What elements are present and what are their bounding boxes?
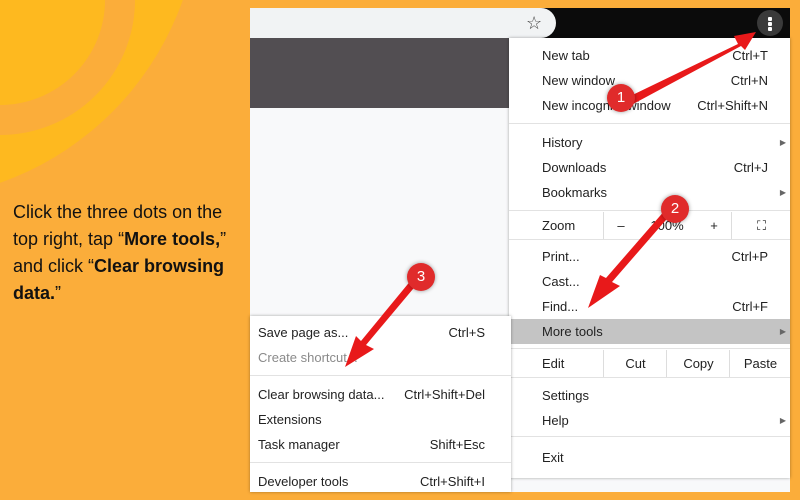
menu-item-shortcut: Ctrl+Shift+Del bbox=[404, 387, 485, 402]
zoom-out-button[interactable]: – bbox=[603, 212, 638, 239]
edit-label: Edit bbox=[542, 356, 565, 371]
menu-item-shortcut: Ctrl+Shift+I bbox=[419, 474, 485, 489]
menu-item-shortcut: Ctrl+Shift+N bbox=[697, 98, 768, 113]
menu-item-shortcut: Ctrl+T bbox=[732, 48, 768, 63]
submenu-item-developer-tools[interactable]: Developer tools Ctrl+Shift+I bbox=[250, 469, 511, 494]
menu-item-new-window[interactable]: New window Ctrl+N bbox=[509, 68, 790, 93]
menu-item-label: Downloads bbox=[542, 160, 607, 175]
step-badge-1: 1 bbox=[607, 84, 635, 112]
menu-item-label: Help bbox=[542, 413, 569, 428]
cut-button[interactable]: Cut bbox=[603, 350, 667, 377]
paste-button[interactable]: Paste bbox=[729, 350, 791, 377]
menu-item-label: Cast... bbox=[542, 274, 580, 289]
menu-separator bbox=[509, 377, 790, 378]
star-icon[interactable]: ☆ bbox=[526, 12, 542, 34]
menu-item-settings[interactable]: Settings bbox=[509, 383, 790, 408]
menu-item-label: Settings bbox=[542, 388, 589, 403]
chrome-main-menu: New tab Ctrl+T New window Ctrl+N New incog… bbox=[509, 38, 790, 478]
menu-separator bbox=[509, 436, 790, 437]
zoom-in-button[interactable]: + bbox=[697, 212, 731, 239]
browser-toolbar: ☆ bbox=[250, 8, 790, 38]
menu-item-label: Developer tools bbox=[258, 474, 349, 489]
menu-item-downloads[interactable]: Downloads Ctrl+J bbox=[509, 155, 790, 180]
instruction-bold-more-tools: More tools, bbox=[124, 229, 221, 249]
submenu-item-task-manager[interactable]: Task manager Shift+Esc bbox=[250, 432, 511, 457]
menu-item-bookmarks[interactable]: Bookmarks ▶ bbox=[509, 180, 790, 205]
menu-item-print[interactable]: Print... Ctrl+P bbox=[509, 244, 790, 269]
menu-item-more-tools[interactable]: More tools ▶ bbox=[509, 319, 790, 344]
menu-item-label: New window bbox=[542, 73, 615, 88]
step-badge-3: 3 bbox=[407, 263, 435, 291]
copy-button[interactable]: Copy bbox=[666, 350, 730, 377]
menu-item-shortcut: Ctrl+P bbox=[731, 249, 768, 264]
menu-item-cast[interactable]: Cast... bbox=[509, 269, 790, 294]
zoom-label: Zoom bbox=[542, 218, 576, 233]
three-dots-vertical-icon[interactable] bbox=[757, 10, 783, 36]
menu-item-label: New tab bbox=[542, 48, 590, 63]
instruction-text: Click the three dots on the top right, t… bbox=[13, 199, 248, 307]
submenu-item-extensions[interactable]: Extensions bbox=[250, 407, 511, 432]
menu-item-label: Clear browsing data... bbox=[258, 387, 385, 402]
edit-row: Edit Cut Copy Paste bbox=[509, 350, 790, 377]
menu-item-shortcut: Shift+Esc bbox=[429, 437, 485, 452]
menu-item-label: Extensions bbox=[258, 412, 322, 427]
menu-item-label: Bookmarks bbox=[542, 185, 608, 200]
menu-item-label: Find... bbox=[542, 299, 579, 314]
submenu-arrow-icon: ▶ bbox=[779, 138, 786, 147]
more-tools-submenu: Save page as... Ctrl+S Create shortcut...… bbox=[250, 316, 511, 492]
menu-item-new-incognito-window[interactable]: New incognito window Ctrl+Shift+N bbox=[509, 93, 790, 118]
submenu-arrow-icon: ▶ bbox=[779, 188, 786, 197]
menu-separator bbox=[509, 123, 790, 124]
page-content-block bbox=[250, 38, 510, 108]
menu-item-label: History bbox=[542, 135, 583, 150]
menu-item-label: Save page as... bbox=[258, 325, 349, 340]
menu-item-shortcut: Ctrl+S bbox=[448, 325, 485, 340]
menu-separator bbox=[509, 239, 790, 240]
menu-item-new-tab[interactable]: New tab Ctrl+T bbox=[509, 43, 790, 68]
menu-separator bbox=[250, 462, 511, 463]
menu-item-exit[interactable]: Exit bbox=[509, 445, 790, 470]
address-bar[interactable]: ☆ bbox=[250, 8, 556, 38]
menu-item-find[interactable]: Find... Ctrl+F bbox=[509, 294, 790, 319]
menu-item-shortcut: Ctrl+N bbox=[730, 73, 768, 88]
menu-item-label: Task manager bbox=[258, 437, 340, 452]
menu-separator bbox=[509, 348, 790, 349]
submenu-arrow-icon: ▶ bbox=[779, 327, 786, 336]
menu-separator bbox=[509, 210, 790, 211]
menu-item-label: More tools bbox=[542, 324, 603, 339]
submenu-arrow-icon: ▶ bbox=[779, 416, 786, 425]
background-arc-inner bbox=[0, 0, 135, 135]
menu-item-label: Create shortcut... bbox=[258, 350, 358, 365]
menu-item-label: Print... bbox=[542, 249, 580, 264]
menu-item-help[interactable]: Help ▶ bbox=[509, 408, 790, 433]
zoom-row: Zoom – 100% + ⛶ bbox=[509, 212, 790, 239]
submenu-item-clear-browsing-data[interactable]: Clear browsing data... Ctrl+Shift+Del bbox=[250, 382, 511, 407]
menu-item-history[interactable]: History ▶ bbox=[509, 130, 790, 155]
submenu-item-create-shortcut: Create shortcut... bbox=[250, 345, 511, 370]
step-badge-2: 2 bbox=[661, 195, 689, 223]
fullscreen-icon[interactable]: ⛶ bbox=[731, 212, 791, 239]
submenu-item-save-page-as[interactable]: Save page as... Ctrl+S bbox=[250, 320, 511, 345]
menu-item-shortcut: Ctrl+F bbox=[732, 299, 768, 314]
menu-item-shortcut: Ctrl+J bbox=[733, 160, 768, 175]
menu-item-label: Exit bbox=[542, 450, 564, 465]
menu-separator bbox=[250, 375, 511, 376]
instruction-part: ” bbox=[55, 283, 62, 303]
